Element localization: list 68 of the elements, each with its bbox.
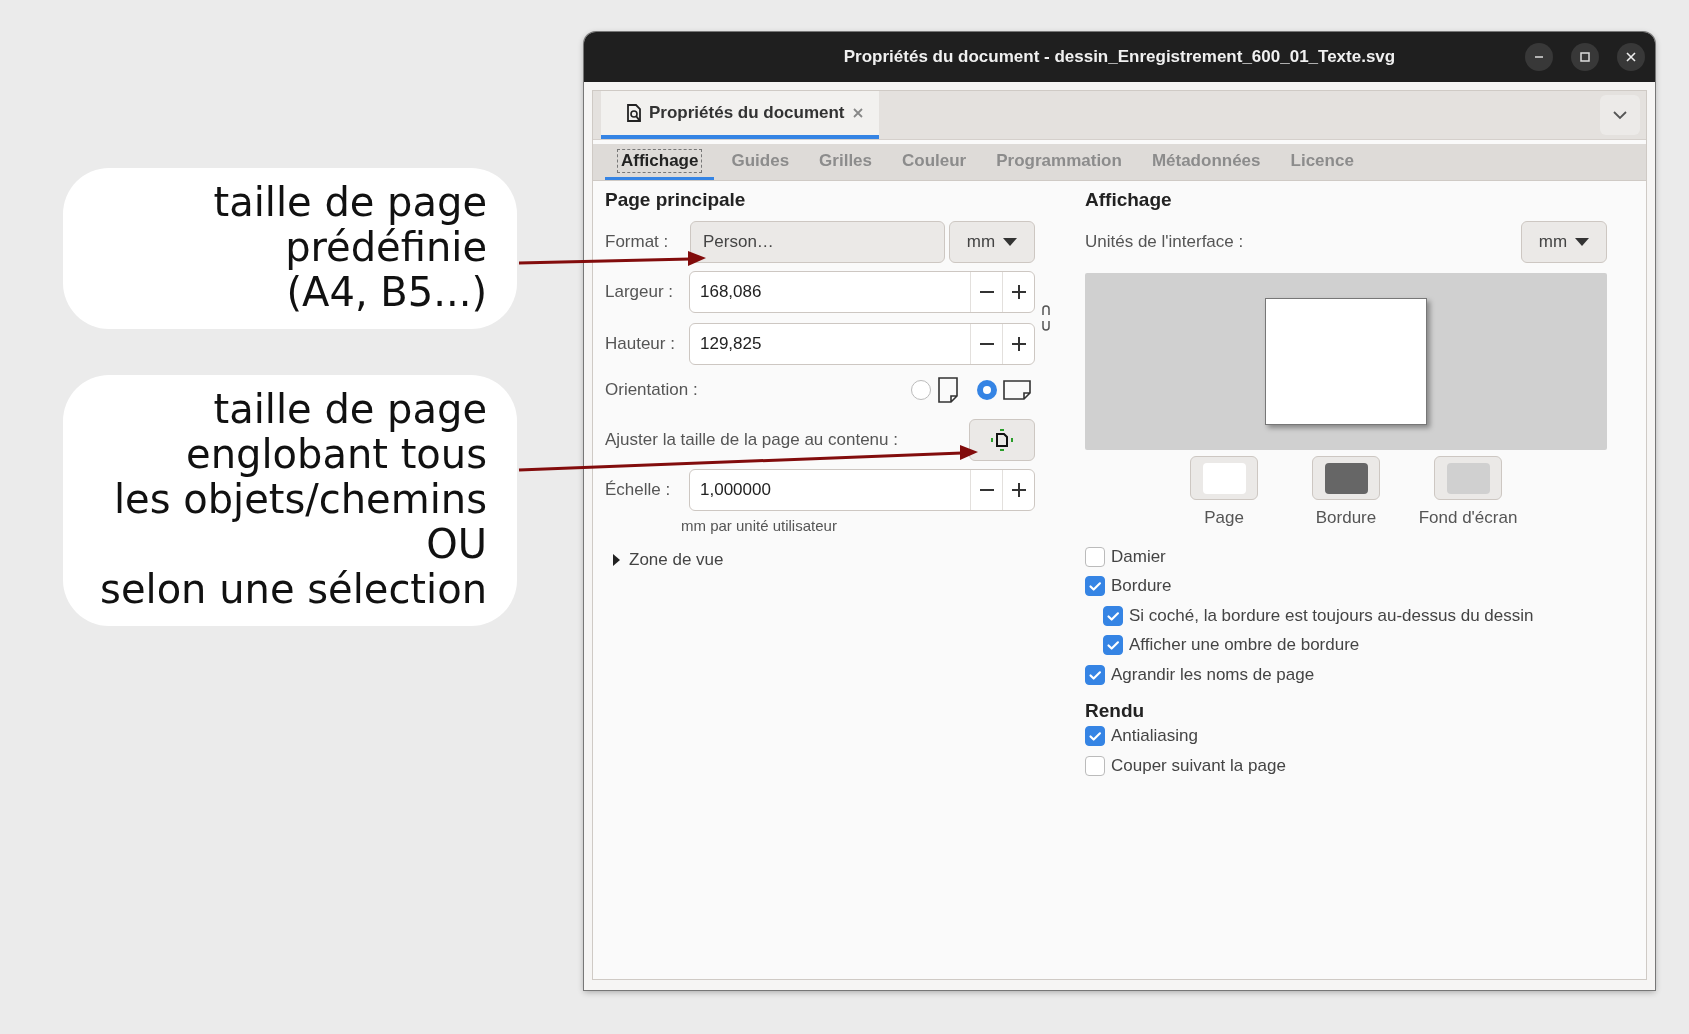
plus-icon <box>1010 482 1027 498</box>
maximize-icon <box>1579 51 1591 63</box>
plus-icon <box>1010 336 1027 352</box>
minus-icon <box>979 489 994 491</box>
field-label: Largeur : <box>605 282 674 302</box>
checkbox[interactable] <box>1085 546 1105 567</box>
checkbox-label: Couper suivant la page <box>1111 755 1286 776</box>
checkbox-label: Damier <box>1111 546 1166 567</box>
hint-text: mm par unité utilisateur <box>681 517 838 534</box>
field-label: Format : <box>605 232 669 252</box>
minimize-icon <box>1535 56 1543 58</box>
fit-page-button[interactable] <box>969 419 1035 461</box>
radio-button[interactable] <box>911 380 931 400</box>
minus-icon <box>979 291 994 293</box>
menu-button[interactable] <box>1600 95 1640 135</box>
format-dropdown[interactable]: Person… <box>690 221 945 263</box>
plus-icon <box>1010 284 1027 300</box>
document-icon <box>625 103 643 123</box>
field-label: Orientation : <box>605 380 698 400</box>
section-title: Affichage <box>1085 189 1173 211</box>
checkbox-label: Si coché, la bordure est toujours au-dessus du dessin <box>1129 605 1534 626</box>
minus-icon <box>979 343 994 345</box>
close-icon[interactable] <box>850 106 865 120</box>
color-button[interactable] <box>1434 456 1502 500</box>
checkbox[interactable] <box>1103 605 1123 626</box>
checkbox-label: Afficher une ombre de bordure <box>1129 635 1360 656</box>
swatch-label: Bordure <box>1315 508 1377 528</box>
number-field[interactable]: 168,086 <box>689 271 1035 313</box>
checkbox[interactable] <box>1103 635 1123 656</box>
checkbox[interactable] <box>1085 755 1105 776</box>
portrait-page-icon <box>937 377 959 403</box>
section-title: Rendu <box>1085 699 1146 722</box>
checkbox-label: Agrandir les noms de page <box>1111 664 1315 685</box>
close-button[interactable] <box>1617 43 1645 71</box>
checkbox[interactable] <box>1085 576 1105 597</box>
field-label: Échelle : <box>605 480 671 500</box>
number-field[interactable]: 129,825 <box>689 323 1035 365</box>
checkbox-label: Bordure <box>1111 576 1172 597</box>
close-icon <box>1625 51 1637 63</box>
checkbox-label: Antialiasing <box>1111 726 1198 747</box>
field-label: Hauteur : <box>605 334 675 354</box>
window-title: Propriétés du document - dessin_Enregistrement_600_01_Texte.svg <box>842 47 1397 67</box>
radio-button[interactable] <box>977 380 997 400</box>
minimize-button[interactable] <box>1525 43 1553 71</box>
field-label: Ajuster la taille de la page au contenu : <box>605 430 898 450</box>
callout-bubble: taille de page prédéfinie (A4, B5...) <box>63 168 517 329</box>
maximize-button[interactable] <box>1571 43 1599 71</box>
tab[interactable]: Propriétés du document <box>601 91 879 139</box>
color-button[interactable] <box>1190 456 1258 500</box>
checkbox[interactable] <box>1085 664 1105 685</box>
unit-dropdown[interactable]: mm <box>949 221 1035 263</box>
field-label: Unités de l'interface : <box>1085 232 1244 252</box>
chain-icon[interactable] <box>1041 303 1051 333</box>
swatch-label: Fond d'écran <box>1418 508 1518 528</box>
swatch-label: Page <box>1204 508 1244 528</box>
landscape-page-icon <box>1003 380 1031 400</box>
expander[interactable]: Zone de vue <box>611 550 1035 570</box>
unit-dropdown[interactable]: mm <box>1521 221 1607 263</box>
color-button[interactable] <box>1312 456 1380 500</box>
caret-icon <box>1575 238 1590 246</box>
tab[interactable]: Affichage <box>605 144 715 180</box>
checkbox[interactable] <box>1085 726 1105 747</box>
section-title: Page principale <box>605 189 747 211</box>
chevron-icon <box>1612 110 1628 120</box>
caret-icon <box>1003 238 1018 246</box>
number-field[interactable]: 1,000000 <box>689 469 1035 511</box>
callout-bubble: taille de page englobant tous les objets/chemins OU selon une sélection <box>63 375 517 626</box>
fit-page-icon <box>991 429 1013 451</box>
